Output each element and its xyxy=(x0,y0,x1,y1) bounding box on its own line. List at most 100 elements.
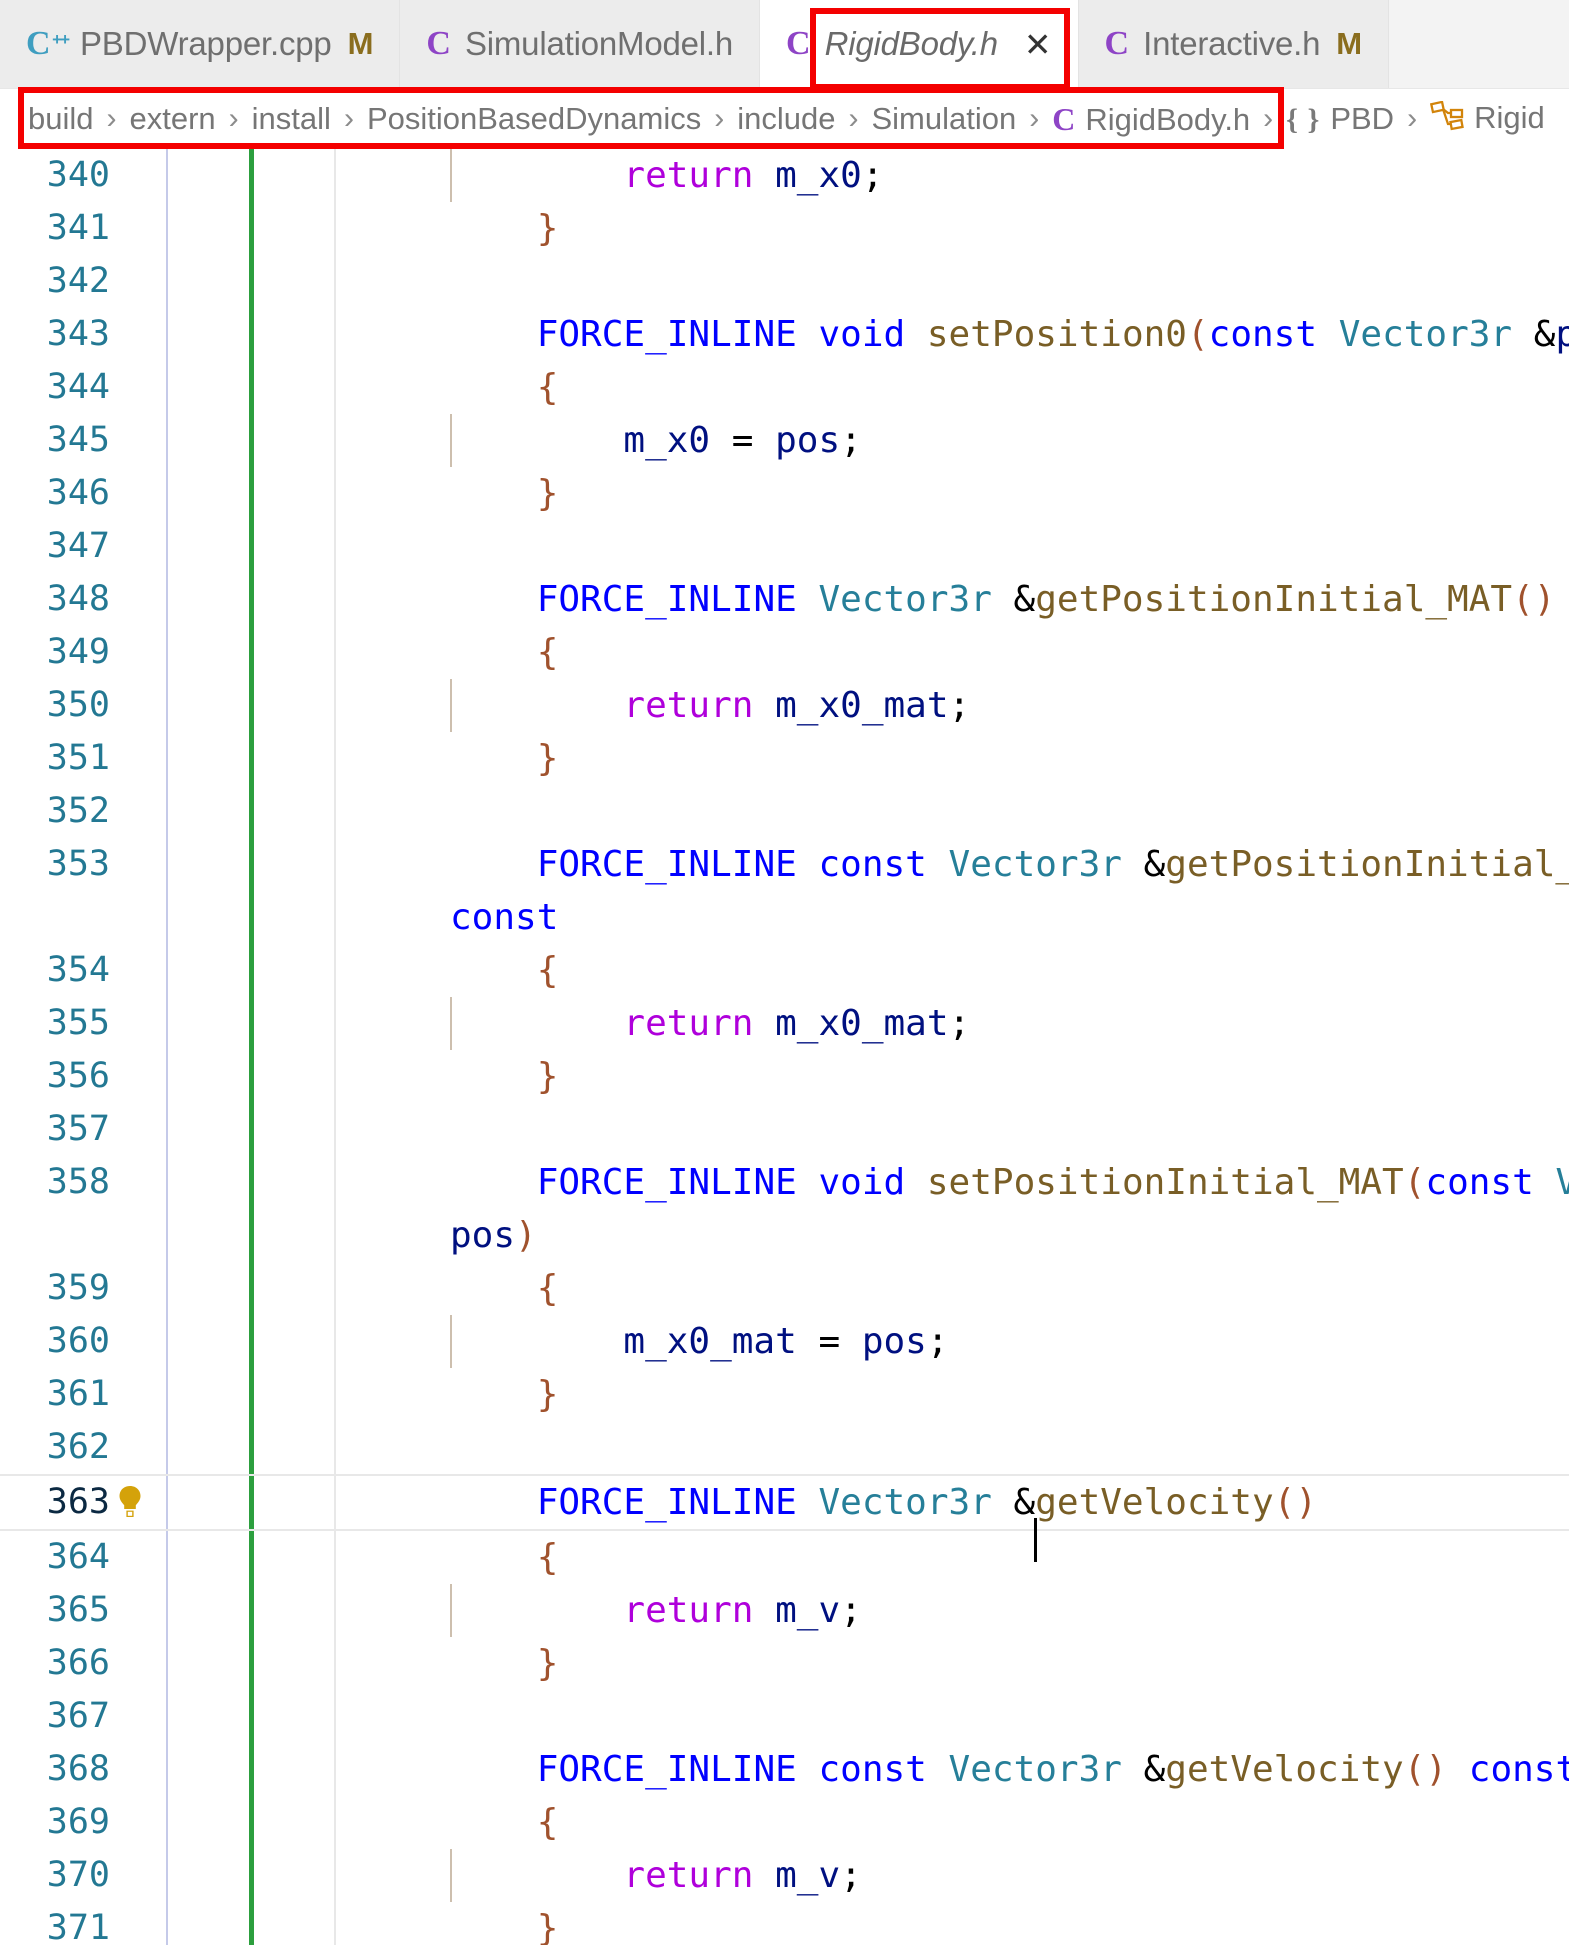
breadcrumb-item-include[interactable]: include xyxy=(737,101,835,137)
code-text[interactable]: return m_v; xyxy=(366,1849,1569,1902)
code-line[interactable]: 357 xyxy=(0,1103,1569,1156)
editor-tab-rigidbody-h[interactable]: C RigidBody.h ✕ xyxy=(760,0,1079,88)
code-line[interactable]: 368 FORCE_INLINE const Vector3r &getVelo… xyxy=(0,1743,1569,1796)
code-text[interactable]: FORCE_INLINE const Vector3r &getPosition… xyxy=(366,838,1569,944)
line-glyph-margin[interactable] xyxy=(110,467,366,520)
code-line[interactable]: 340 return m_x0; xyxy=(0,149,1569,202)
code-text[interactable]: } xyxy=(366,732,1569,785)
line-glyph-margin[interactable] xyxy=(110,361,366,414)
code-text[interactable]: FORCE_INLINE Vector3r &getPositionInitia… xyxy=(366,573,1569,626)
line-glyph-margin[interactable] xyxy=(110,1902,366,1945)
line-glyph-margin[interactable] xyxy=(110,1690,366,1743)
code-editor[interactable]: 340 return m_x0; 341 } 342 343 FORCE_INLINE… xyxy=(0,149,1569,1945)
code-text[interactable]: FORCE_INLINE Vector3r &getVelocity() xyxy=(366,1476,1569,1562)
code-text[interactable]: m_x0 = pos; xyxy=(366,414,1569,467)
code-text[interactable]: { xyxy=(366,1262,1569,1315)
line-glyph-margin[interactable] xyxy=(110,1421,366,1474)
code-text[interactable]: } xyxy=(366,467,1569,520)
line-glyph-margin[interactable] xyxy=(110,1743,366,1796)
code-line[interactable]: 366 } xyxy=(0,1637,1569,1690)
line-glyph-margin[interactable] xyxy=(110,679,366,732)
code-line[interactable]: 369 { xyxy=(0,1796,1569,1849)
line-glyph-margin[interactable] xyxy=(110,626,366,679)
line-glyph-margin[interactable] xyxy=(110,1103,366,1156)
code-line[interactable]: 354 { xyxy=(0,944,1569,997)
code-text[interactable]: { xyxy=(366,626,1569,679)
code-line[interactable]: 341 } xyxy=(0,202,1569,255)
code-text[interactable]: } xyxy=(366,1902,1569,1945)
code-text[interactable]: return m_v; xyxy=(366,1584,1569,1637)
line-glyph-margin[interactable] xyxy=(110,202,366,255)
code-text[interactable]: { xyxy=(366,361,1569,414)
code-text[interactable]: return m_x0; xyxy=(366,149,1569,202)
line-glyph-margin[interactable] xyxy=(110,997,366,1050)
line-glyph-margin[interactable] xyxy=(110,1315,366,1368)
line-glyph-margin[interactable] xyxy=(110,732,366,785)
code-line[interactable]: 365 return m_v; xyxy=(0,1584,1569,1637)
breadcrumb-item-install[interactable]: install xyxy=(252,101,331,137)
line-glyph-margin[interactable] xyxy=(110,1584,366,1637)
code-text[interactable]: return m_x0_mat; xyxy=(366,679,1569,732)
code-line[interactable]: 367 xyxy=(0,1690,1569,1743)
code-text[interactable]: FORCE_INLINE void setPositionInitial_MAT… xyxy=(366,1156,1569,1262)
breadcrumb-item-rigid[interactable]: Rigid xyxy=(1430,100,1545,139)
line-glyph-margin[interactable] xyxy=(110,1368,366,1421)
code-text[interactable]: { xyxy=(366,1796,1569,1849)
code-line[interactable]: 363 FORCE_INLINE Vector3r &getVelocity() xyxy=(0,1474,1569,1562)
code-line[interactable]: 362 xyxy=(0,1421,1569,1474)
line-glyph-margin[interactable] xyxy=(110,573,366,626)
code-line[interactable]: 350 return m_x0_mat; xyxy=(0,679,1569,732)
breadcrumb-item-rigidbody-h[interactable]: C RigidBody.h xyxy=(1052,101,1250,138)
code-line[interactable]: 351 } xyxy=(0,732,1569,785)
code-text[interactable]: } xyxy=(366,202,1569,255)
code-text[interactable]: FORCE_INLINE const Vector3r &getVelocity… xyxy=(366,1743,1569,1796)
breadcrumb[interactable]: build › extern › install › PositionBasedDynami… xyxy=(0,89,1569,149)
line-glyph-margin[interactable] xyxy=(110,1050,366,1103)
breadcrumb-item-extern[interactable]: extern xyxy=(130,101,216,137)
code-line[interactable]: 356 } xyxy=(0,1050,1569,1103)
line-glyph-margin[interactable] xyxy=(110,1637,366,1690)
line-glyph-margin[interactable] xyxy=(110,255,366,308)
code-text[interactable]: return m_x0_mat; xyxy=(366,997,1569,1050)
line-glyph-margin[interactable] xyxy=(110,1476,366,1529)
line-glyph-margin[interactable] xyxy=(110,1262,366,1315)
editor-tab-pbdwrapper-cpp[interactable]: C ++ PBDWrapper.cpp M xyxy=(0,0,401,88)
code-text[interactable]: { xyxy=(366,944,1569,997)
code-line[interactable]: 358 FORCE_INLINE void setPositionInitial… xyxy=(0,1156,1569,1262)
code-line[interactable]: 342 xyxy=(0,255,1569,308)
code-text[interactable]: } xyxy=(366,1050,1569,1103)
code-text[interactable]: FORCE_INLINE void setPosition0(const Vec… xyxy=(366,308,1569,361)
line-glyph-margin[interactable] xyxy=(110,838,366,891)
code-text[interactable]: { xyxy=(366,1531,1569,1584)
code-line[interactable]: 348 FORCE_INLINE Vector3r &getPositionIn… xyxy=(0,573,1569,626)
breadcrumb-item-positionbaseddynamics[interactable]: PositionBasedDynamics xyxy=(367,101,701,137)
code-line[interactable]: 359 { xyxy=(0,1262,1569,1315)
code-text[interactable]: } xyxy=(366,1368,1569,1421)
code-line[interactable]: 370 return m_v; xyxy=(0,1849,1569,1902)
breadcrumb-item-simulation[interactable]: Simulation xyxy=(871,101,1016,137)
line-glyph-margin[interactable] xyxy=(110,944,366,997)
close-icon[interactable]: ✕ xyxy=(1024,28,1052,61)
code-line[interactable]: 364 { xyxy=(0,1531,1569,1584)
editor-tab-simulationmodel-h[interactable]: C SimulationModel.h xyxy=(400,0,761,88)
line-glyph-margin[interactable] xyxy=(110,1849,366,1902)
line-glyph-margin[interactable] xyxy=(110,1531,366,1584)
code-line[interactable]: 355 return m_x0_mat; xyxy=(0,997,1569,1050)
line-glyph-margin[interactable] xyxy=(110,308,366,361)
code-line[interactable]: 349 { xyxy=(0,626,1569,679)
editor-tab-interactive-h[interactable]: C Interactive.h M xyxy=(1078,0,1390,88)
code-line[interactable]: 343 FORCE_INLINE void setPosition0(const… xyxy=(0,308,1569,361)
code-line[interactable]: 361 } xyxy=(0,1368,1569,1421)
code-text[interactable]: m_x0_mat = pos; xyxy=(366,1315,1569,1368)
line-glyph-margin[interactable] xyxy=(110,1156,366,1209)
line-glyph-margin[interactable] xyxy=(110,1796,366,1849)
code-line[interactable]: 346 } xyxy=(0,467,1569,520)
line-glyph-margin[interactable] xyxy=(110,520,366,573)
breadcrumb-item-build[interactable]: build xyxy=(28,101,94,137)
code-line[interactable]: 353 FORCE_INLINE const Vector3r &getPosi… xyxy=(0,838,1569,944)
code-line[interactable]: 360 m_x0_mat = pos; xyxy=(0,1315,1569,1368)
code-line[interactable]: 347 xyxy=(0,520,1569,573)
line-glyph-margin[interactable] xyxy=(110,414,366,467)
code-text[interactable]: } xyxy=(366,1637,1569,1690)
code-line[interactable]: 344 { xyxy=(0,361,1569,414)
